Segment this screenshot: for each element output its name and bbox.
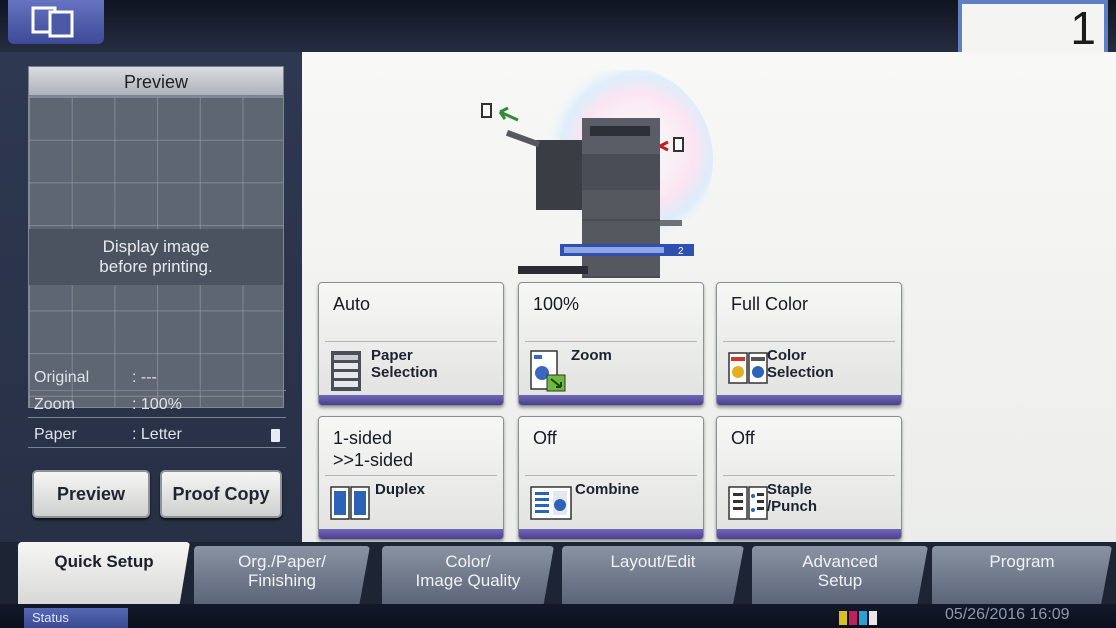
copy-count-value: 1 <box>962 4 1104 52</box>
preview-area: Display image before printing. <box>28 96 284 408</box>
original-value: : --- <box>132 369 157 386</box>
staple-punch-value: Off <box>731 428 755 448</box>
paper-icon <box>271 429 280 442</box>
paper-label: Paper <box>34 426 77 443</box>
color-selection-icon <box>728 352 768 384</box>
main-area: 2 Auto Paper Selection 100% Zoom Full Co… <box>302 52 1116 542</box>
combine-label: Combine <box>575 481 640 498</box>
zoom-label: Zoom <box>34 396 75 413</box>
info-row-paper: Paper : Letter <box>28 424 286 448</box>
tab-org-paper-finishing[interactable]: Org./Paper/ Finishing <box>194 546 370 604</box>
paper-selection-button[interactable]: Auto Paper Selection <box>318 282 504 406</box>
combine-icon <box>530 486 572 520</box>
staple-punch-label: Staple /Punch <box>767 481 818 515</box>
duplex-value: 1-sided >>1-sided <box>333 428 414 470</box>
toner-level-icon <box>839 611 877 625</box>
paper-selection-label: Paper Selection <box>371 347 438 381</box>
status-button[interactable]: Status <box>24 608 128 628</box>
copy-count-display[interactable]: 1 <box>958 0 1108 56</box>
paper-value: : Letter <box>132 426 182 443</box>
zoom-value-display: 100% <box>533 294 580 314</box>
staple-punch-button[interactable]: Off Staple /Punch <box>716 416 902 540</box>
color-selection-label: Color Selection <box>767 347 834 381</box>
status-bar: Status 05/26/2016 16:09 <box>0 604 1116 628</box>
duplex-button[interactable]: 1-sided >>1-sided Duplex <box>318 416 504 540</box>
toner-yellow <box>839 611 847 625</box>
zoom-label: Zoom <box>571 347 612 364</box>
toner-magenta <box>849 611 857 625</box>
date-time: 05/26/2016 16:09 <box>945 606 1070 623</box>
tab-quick-setup[interactable]: Quick Setup <box>18 542 190 604</box>
preview-panel: Preview Display image before printing. O… <box>0 52 302 542</box>
paper-selection-icon <box>331 351 361 391</box>
top-bar: 1 <box>0 0 1116 56</box>
tray-number: 2 <box>678 246 684 257</box>
zoom-icon <box>530 350 566 392</box>
info-row-original: Original : --- <box>28 367 286 391</box>
color-selection-button[interactable]: Full Color Color Selection <box>716 282 902 406</box>
preview-message: Display image before printing. <box>29 229 283 285</box>
tab-advanced-setup[interactable]: Advanced Setup <box>752 546 928 604</box>
proof-copy-button[interactable]: Proof Copy <box>160 470 282 518</box>
tab-layout-edit[interactable]: Layout/Edit <box>562 546 744 604</box>
duplex-icon <box>330 486 370 520</box>
zoom-value: : 100% <box>132 396 182 413</box>
duplex-label: Duplex <box>375 481 426 498</box>
copy-mode-icon[interactable] <box>8 0 104 44</box>
original-label: Original <box>34 369 90 386</box>
toner-cyan <box>859 611 867 625</box>
preview-title: Preview <box>28 66 284 96</box>
paper-selection-value: Auto <box>333 294 371 314</box>
staple-punch-icon <box>728 486 768 520</box>
combine-value: Off <box>533 428 557 448</box>
preview-button[interactable]: Preview <box>32 470 150 518</box>
toner-black <box>869 611 877 625</box>
info-row-zoom: Zoom : 100% <box>28 394 286 418</box>
mfp-machine-illustration: 2 <box>481 70 713 278</box>
tab-program[interactable]: Program <box>932 546 1112 604</box>
color-selection-value: Full Color <box>731 294 809 314</box>
combine-button[interactable]: Off Combine <box>518 416 704 540</box>
function-tabs: Quick Setup Org./Paper/ Finishing Color/… <box>0 542 1116 604</box>
tab-color-image-quality[interactable]: Color/ Image Quality <box>382 546 554 604</box>
zoom-button[interactable]: 100% Zoom <box>518 282 704 406</box>
